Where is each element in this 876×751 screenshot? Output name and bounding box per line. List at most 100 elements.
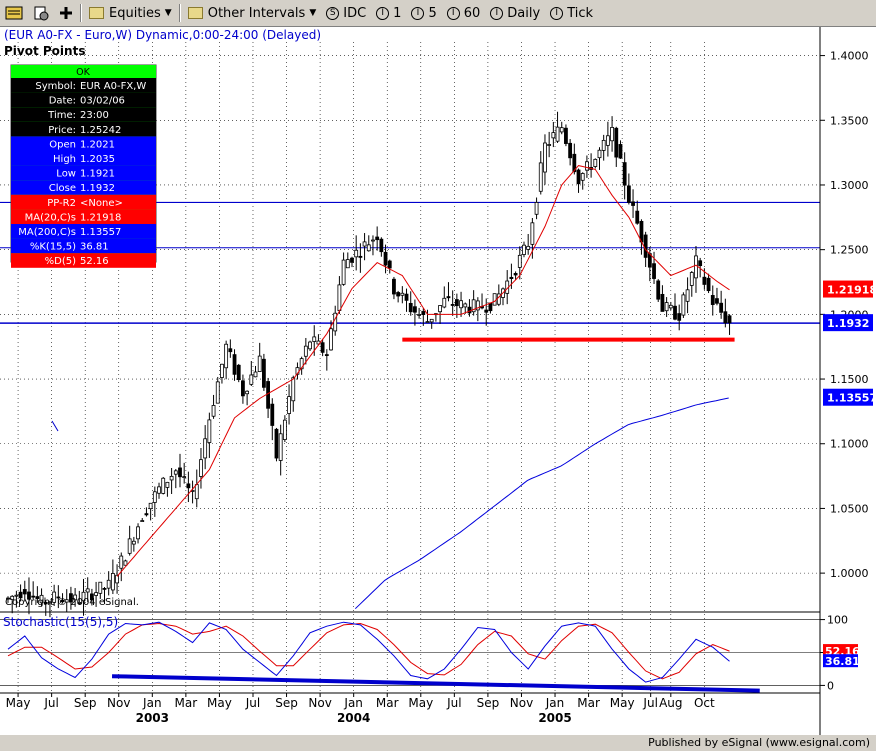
candle-body bbox=[543, 142, 547, 173]
year-label: 2003 bbox=[136, 711, 169, 725]
toolbar: Equities ▼ Other Intervals ▼ S IDC I 1 I… bbox=[0, 0, 876, 27]
candle-body bbox=[446, 296, 451, 299]
candle-body bbox=[94, 592, 98, 596]
equities-dropdown[interactable]: Equities ▼ bbox=[84, 2, 177, 24]
data-row-label: Open bbox=[49, 139, 76, 150]
data-window-rows: Symbol: EUR A0-FX,W Date: 03/02/06 Time: 23:0… bbox=[11, 78, 156, 268]
stochastic-label: Stochastic(15(5),5) bbox=[3, 615, 118, 629]
month-label: Oct bbox=[694, 696, 715, 710]
candle-body bbox=[371, 239, 375, 242]
candle-body bbox=[442, 297, 447, 308]
price-tick-label: 1.4000 bbox=[830, 50, 869, 63]
interval-button-60[interactable]: I 60 bbox=[442, 2, 486, 24]
chart-area[interactable]: 1.40001.35001.30001.25001.20001.15001.10… bbox=[0, 27, 876, 735]
interval-button-tick[interactable]: I Tick bbox=[545, 2, 598, 24]
data-row-value: 1.2035 bbox=[80, 154, 115, 165]
candle-body bbox=[610, 127, 614, 142]
interval-button-5[interactable]: I 5 bbox=[406, 2, 441, 24]
candle-body bbox=[266, 381, 270, 409]
interval-button-1[interactable]: I 1 bbox=[371, 2, 406, 24]
candle-body bbox=[576, 169, 581, 185]
candle-body bbox=[358, 255, 363, 258]
candle-body bbox=[719, 302, 724, 313]
candle-body bbox=[429, 318, 434, 323]
month-label: Sep bbox=[74, 696, 97, 710]
candle-body bbox=[559, 127, 564, 133]
interval-button-idc[interactable]: S IDC bbox=[321, 2, 371, 24]
data-row-value: 36.81 bbox=[80, 242, 109, 253]
toolbar-menu-button[interactable] bbox=[0, 2, 28, 24]
candle-body bbox=[228, 348, 233, 353]
month-label: May bbox=[408, 696, 433, 710]
data-row-label: Symbol: bbox=[35, 81, 76, 92]
candle-body bbox=[580, 173, 585, 181]
data-row-value: 03/02/06 bbox=[80, 96, 125, 107]
data-row-label: PP-R2 bbox=[47, 198, 76, 209]
candle-body bbox=[715, 298, 719, 304]
candle-body bbox=[207, 419, 212, 443]
candle-body bbox=[421, 311, 426, 315]
candle-body bbox=[677, 313, 682, 321]
price-chart[interactable]: 1.40001.35001.30001.25001.20001.15001.10… bbox=[0, 27, 876, 735]
candle-body bbox=[643, 234, 648, 258]
candle-body bbox=[115, 574, 119, 584]
interval-button-daily[interactable]: I Daily bbox=[485, 2, 545, 24]
candle-body bbox=[383, 251, 388, 266]
candle-body bbox=[652, 263, 656, 279]
candle-body bbox=[270, 403, 275, 426]
month-label: Sep bbox=[477, 696, 500, 710]
candle-body bbox=[408, 302, 413, 313]
candle-body bbox=[710, 295, 715, 305]
candle-body bbox=[127, 538, 132, 554]
other-intervals-dropdown[interactable]: Other Intervals ▼ bbox=[183, 2, 322, 24]
candle-body bbox=[257, 355, 262, 372]
other-intervals-label: Other Intervals bbox=[207, 5, 306, 21]
add-button[interactable] bbox=[54, 2, 78, 24]
interval-label-tick: Tick bbox=[567, 5, 594, 21]
month-label: Jul bbox=[446, 696, 461, 710]
month-label: Jul bbox=[642, 696, 657, 710]
candle-body bbox=[194, 484, 199, 500]
candle-body bbox=[660, 293, 665, 312]
candle-body bbox=[345, 259, 350, 269]
month-label: Aug bbox=[659, 696, 682, 710]
price-value-label: 1.1932 bbox=[827, 317, 869, 330]
candle-body bbox=[308, 341, 312, 350]
candle-body bbox=[467, 306, 472, 314]
data-row-value: EUR A0-FX,W bbox=[80, 81, 146, 92]
candle-body bbox=[392, 278, 396, 295]
menu-grid-icon bbox=[5, 6, 23, 20]
price-value-label: 1.21918 bbox=[827, 284, 876, 297]
data-window[interactable]: OK Symbol: EUR A0-FX,W Date: 03/02/06 Time: 2… bbox=[10, 64, 157, 268]
candle-body bbox=[303, 345, 308, 357]
candle-body bbox=[685, 289, 690, 302]
interval-label-1: 1 bbox=[393, 5, 402, 21]
candle-body bbox=[547, 144, 552, 146]
data-row-label: Time: bbox=[47, 110, 76, 121]
candle-body bbox=[152, 491, 157, 503]
status-text: Published by eSignal (www.esignal.com) bbox=[648, 736, 870, 749]
data-row-label: MA(20,C)s bbox=[25, 212, 76, 223]
interval-i-icon: I bbox=[411, 6, 425, 20]
candle-body bbox=[526, 245, 531, 250]
data-row-label: %K(15,5) bbox=[30, 242, 76, 253]
month-label: May bbox=[610, 696, 635, 710]
candle-body bbox=[417, 314, 422, 316]
interval-label-idc: IDC bbox=[343, 5, 367, 21]
candle-body bbox=[614, 127, 619, 158]
candle-body bbox=[140, 520, 145, 522]
candle-body bbox=[224, 343, 229, 369]
price-tick-label: 1.2500 bbox=[830, 244, 869, 257]
candle-body bbox=[568, 142, 573, 159]
study-label: Pivot Points bbox=[4, 44, 85, 58]
toolbar-page-button[interactable] bbox=[28, 2, 54, 24]
data-row-value: <None> bbox=[80, 198, 123, 209]
equities-label: Equities bbox=[109, 5, 161, 21]
candle-body bbox=[605, 135, 610, 146]
page-gear-icon bbox=[34, 6, 49, 21]
candle-body bbox=[282, 419, 287, 440]
candle-body bbox=[664, 302, 669, 312]
interval-label-daily: Daily bbox=[507, 5, 541, 21]
candle-body bbox=[232, 354, 237, 375]
candle-body bbox=[136, 526, 140, 540]
